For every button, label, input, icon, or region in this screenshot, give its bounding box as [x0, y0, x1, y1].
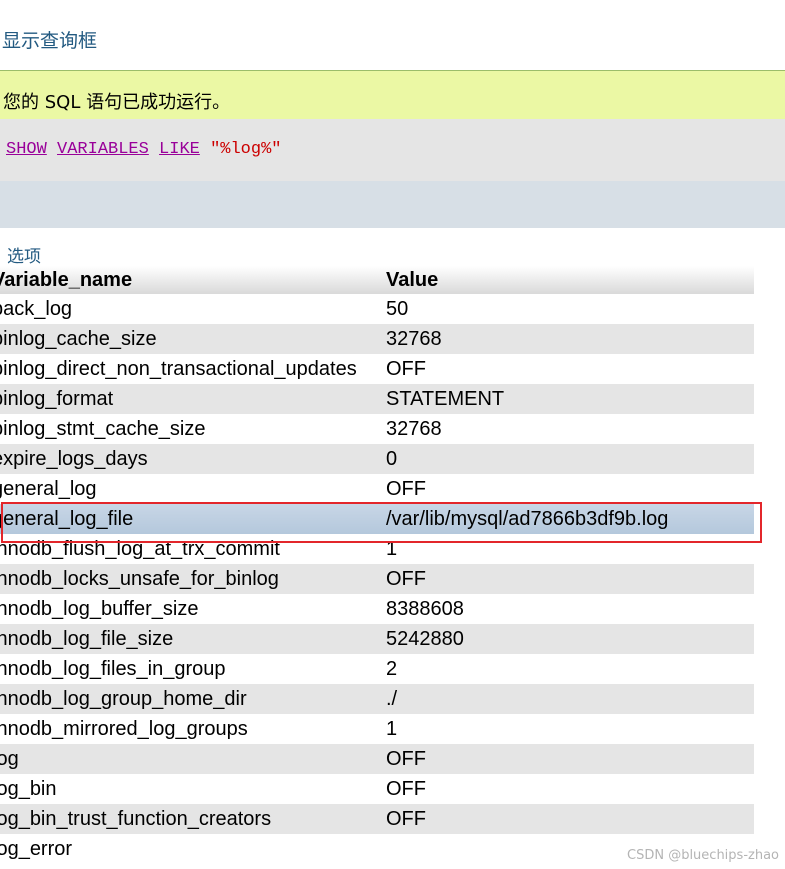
cell-value: OFF [386, 748, 426, 770]
cell-variable-name: log [0, 748, 19, 770]
cell-variable-name: innodb_mirrored_log_groups [0, 718, 248, 740]
cell-variable-name: binlog_stmt_cache_size [0, 418, 206, 440]
cell-variable-name: binlog_format [0, 388, 114, 410]
cell-variable-name: binlog_cache_size [0, 328, 157, 350]
column-header-variable-name[interactable]: Variable_name [0, 266, 132, 294]
table-row[interactable]: innodb_mirrored_log_groups 1 [0, 714, 754, 744]
cell-variable-name: general_log [0, 478, 97, 500]
table-row[interactable]: log OFF [0, 744, 754, 774]
table-row[interactable]: expire_logs_days 0 [0, 444, 754, 474]
cell-value: OFF [386, 568, 426, 590]
cell-variable-name: innodb_log_file_size [0, 628, 174, 650]
cell-variable-name: log_error [0, 838, 73, 860]
table-row[interactable]: innodb_log_buffer_size 8388608 [0, 594, 754, 624]
table-header-row: Variable_name Value [0, 266, 754, 294]
cell-variable-name: expire_logs_days [0, 448, 148, 470]
show-query-box-link[interactable]: 显示查询框 [2, 26, 97, 53]
cell-value: 1 [386, 718, 398, 740]
table-row[interactable]: binlog_direct_non_transactional_updates O… [0, 354, 754, 384]
results-toolbar [0, 181, 785, 228]
success-message: 您的 SQL 语句已成功运行。 [0, 71, 785, 119]
sql-keyword-like[interactable]: LIKE [159, 140, 200, 159]
cell-value: STATEMENT [386, 388, 505, 410]
cell-value: OFF [386, 478, 426, 500]
sql-keyword-show[interactable]: SHOW [6, 140, 47, 159]
success-message-text: 您的 SQL 语句已成功运行。 [3, 92, 231, 113]
table-row[interactable]: general_log OFF [0, 474, 754, 504]
table-row[interactable]: innodb_locks_unsafe_for_binlog OFF [0, 564, 754, 594]
cell-value: 8388608 [386, 598, 464, 620]
table-body: back_log 50 binlog_cache_size 32768 binlog_d… [0, 294, 754, 864]
cell-value: OFF [386, 808, 426, 830]
sql-query-box: SHOW VARIABLES LIKE "%log%" [0, 119, 785, 181]
cell-value: ./ [386, 688, 398, 710]
cell-value: 32768 [386, 328, 442, 350]
sql-query-text: SHOW VARIABLES LIKE "%log%" [6, 140, 281, 159]
column-header-value[interactable]: Value [386, 266, 438, 294]
cell-value: OFF [386, 778, 426, 800]
table-row[interactable]: binlog_stmt_cache_size 32768 [0, 414, 754, 444]
options-link[interactable]: 选项 [7, 242, 41, 267]
table-row[interactable]: back_log 50 [0, 294, 754, 324]
table-row[interactable]: innodb_log_file_size 5242880 [0, 624, 754, 654]
cell-value: 32768 [386, 418, 442, 440]
cell-variable-name: log_bin [0, 778, 57, 800]
results-table: Variable_name Value back_log 50 binlog_cac… [0, 266, 754, 864]
table-row[interactable]: binlog_cache_size 32768 [0, 324, 754, 354]
table-row[interactable]: log_bin OFF [0, 774, 754, 804]
cell-variable-name: innodb_log_group_home_dir [0, 688, 247, 710]
cell-value: 2 [386, 658, 398, 680]
watermark: CSDN @bluechips-zhao [627, 848, 779, 863]
cell-variable-name: innodb_log_files_in_group [0, 658, 226, 680]
cell-variable-name: back_log [0, 298, 73, 320]
table-row[interactable]: log_bin_trust_function_creators OFF [0, 804, 754, 834]
cell-value: 50 [386, 298, 409, 320]
cell-value: OFF [386, 358, 426, 380]
cell-value: 5242880 [386, 628, 464, 650]
cell-variable-name: binlog_direct_non_transactional_updates [0, 358, 357, 380]
table-row[interactable]: binlog_format STATEMENT [0, 384, 754, 414]
cell-value: 0 [386, 448, 398, 470]
table-row[interactable]: innodb_log_group_home_dir ./ [0, 684, 754, 714]
cell-variable-name: innodb_locks_unsafe_for_binlog [0, 568, 279, 590]
cell-variable-name: log_bin_trust_function_creators [0, 808, 272, 830]
cell-variable-name: innodb_log_buffer_size [0, 598, 199, 620]
table-row[interactable]: innodb_log_files_in_group 2 [0, 654, 754, 684]
sql-keyword-variables[interactable]: VARIABLES [57, 140, 149, 159]
sql-string-pattern: "%log%" [210, 140, 282, 159]
annotation-highlight-box [1, 502, 762, 543]
